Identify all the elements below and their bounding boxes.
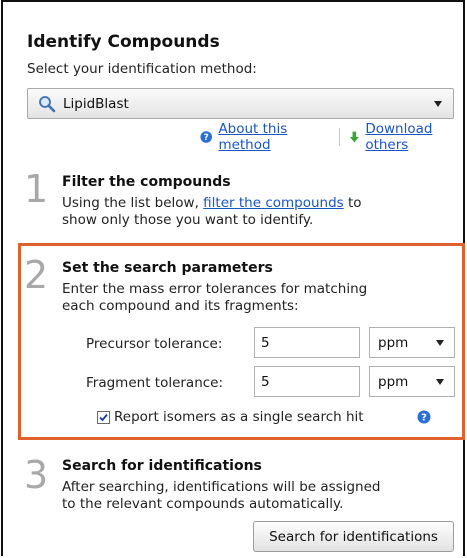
precursor-tolerance-label: Precursor tolerance: bbox=[86, 336, 223, 352]
search-identifications-button[interactable]: Search for identifications bbox=[253, 521, 454, 552]
chevron-down-icon bbox=[434, 101, 442, 107]
step-1-description: Using the list below, filter the compoun… bbox=[62, 195, 362, 228]
download-others-link[interactable]: Download others bbox=[365, 121, 467, 153]
filter-compounds-link[interactable]: filter the compounds bbox=[203, 195, 344, 211]
chevron-down-icon bbox=[436, 340, 444, 346]
fragment-tolerance-input[interactable] bbox=[254, 366, 360, 397]
step-3-description: After searching, identifications will be… bbox=[62, 479, 381, 512]
step-1-title: Filter the compounds bbox=[62, 174, 231, 190]
step-2-title: Set the search parameters bbox=[62, 260, 273, 276]
step-1-number: 1 bbox=[24, 167, 49, 211]
step-3-number: 3 bbox=[24, 453, 49, 497]
page-title: Identify Compounds bbox=[27, 32, 220, 52]
chevron-down-icon bbox=[436, 379, 444, 385]
report-isomers-label: Report isomers as a single search hit bbox=[114, 409, 364, 425]
svg-text:?: ? bbox=[204, 133, 209, 143]
fragment-tolerance-label: Fragment tolerance: bbox=[86, 375, 224, 391]
precursor-tolerance-input[interactable] bbox=[254, 327, 360, 358]
magnifier-icon bbox=[39, 95, 56, 112]
fragment-unit-value: ppm bbox=[378, 373, 409, 390]
method-links: ? About this method Download others bbox=[200, 121, 467, 153]
step-2-number: 2 bbox=[24, 253, 49, 297]
step-3-title: Search for identifications bbox=[62, 458, 262, 474]
fragment-unit-dropdown[interactable]: ppm bbox=[369, 366, 455, 397]
help-icon[interactable]: ? bbox=[417, 410, 431, 424]
checkmark-icon bbox=[99, 413, 108, 422]
method-prompt: Select your identification method: bbox=[27, 61, 257, 77]
svg-text:?: ? bbox=[421, 413, 427, 424]
precursor-unit-value: ppm bbox=[378, 334, 409, 351]
method-dropdown[interactable]: LipidBlast bbox=[27, 88, 454, 119]
report-isomers-checkbox[interactable] bbox=[97, 411, 110, 424]
precursor-unit-dropdown[interactable]: ppm bbox=[369, 327, 455, 358]
method-dropdown-value: LipidBlast bbox=[63, 95, 129, 112]
about-method-link[interactable]: About this method bbox=[218, 121, 329, 153]
download-arrow-icon bbox=[349, 131, 359, 143]
help-icon: ? bbox=[200, 131, 212, 143]
link-divider bbox=[338, 128, 340, 146]
step-2-description: Enter the mass error tolerances for matc… bbox=[62, 281, 368, 314]
